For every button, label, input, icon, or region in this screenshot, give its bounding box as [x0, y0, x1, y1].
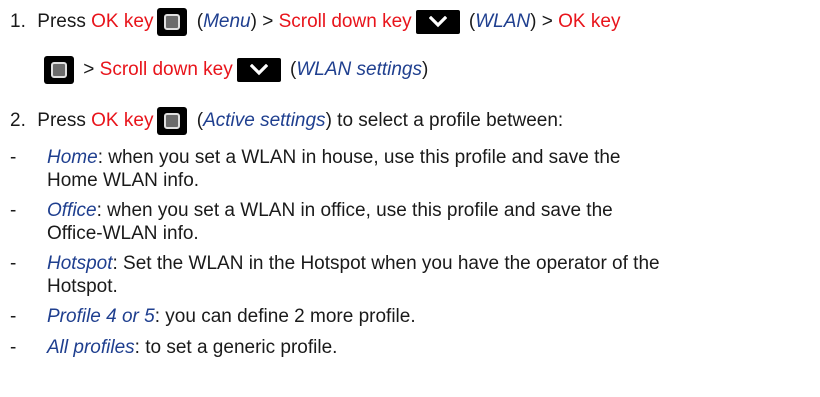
step-1-line-2: > Scroll down key (WLAN settings)	[44, 56, 429, 84]
profile-name: Profile 4 or 5	[47, 306, 155, 327]
ok-key-label: OK key	[91, 11, 154, 32]
profile-name: Office	[47, 200, 97, 221]
separator: ) >	[250, 11, 274, 32]
separator: >	[83, 59, 95, 80]
profile-description: Hotspot.	[47, 276, 118, 297]
manual-page: 1. Press OK key (Menu) > Scroll down key…	[0, 0, 820, 397]
menu-label: Menu	[203, 11, 251, 32]
profile-description: : Set the WLAN in the Hotspot when you h…	[112, 253, 660, 274]
separator: ) >	[530, 11, 553, 32]
wlan-label: WLAN	[475, 11, 531, 32]
profile-description: : to set a generic profile.	[134, 337, 338, 358]
profile-description: : you can define 2 more profile.	[154, 306, 416, 327]
list-dash: -	[10, 147, 17, 168]
step-number: 1.	[10, 11, 26, 32]
list-item-home: - Home: when you set a WLAN in house, us…	[10, 146, 810, 170]
list-dash: -	[10, 253, 17, 274]
step-2-line: 2. Press OK key (Active settings) to sel…	[10, 107, 564, 135]
wlan-settings-label: WLAN settings	[296, 59, 422, 80]
profile-description: Office-WLAN info.	[47, 223, 199, 244]
ok-key-icon	[157, 107, 188, 135]
profile-name: Hotspot	[47, 253, 113, 274]
ok-key-label: OK key	[91, 110, 154, 131]
profile-name: Home	[47, 147, 98, 168]
profile-description: Home WLAN info.	[47, 170, 200, 191]
press-text: Press	[37, 110, 86, 131]
paren: )	[422, 59, 429, 80]
ok-key-icon	[157, 8, 188, 36]
list-item-profile-4-5: - Profile 4 or 5: you can define 2 more …	[10, 305, 810, 329]
list-dash: -	[10, 200, 17, 221]
chevron-down-icon	[415, 10, 460, 34]
list-item-hotspot: - Hotspot: Set the WLAN in the Hotspot w…	[10, 252, 810, 276]
profile-description: : when you set a WLAN in house, use this…	[97, 147, 621, 168]
profile-description: : when you set a WLAN in office, use thi…	[96, 200, 613, 221]
list-item-home-cont: Home WLAN info.	[47, 169, 199, 193]
list-item-hotspot-cont: Hotspot.	[47, 275, 118, 299]
step-number: 2.	[10, 110, 26, 131]
chevron-down-icon	[236, 58, 281, 82]
list-item-office: - Office: when you set a WLAN in office,…	[10, 199, 810, 223]
profile-name: All profiles	[47, 337, 135, 358]
list-item-office-cont: Office-WLAN info.	[47, 222, 199, 246]
list-item-all-profiles: - All profiles: to set a generic profile…	[10, 336, 810, 360]
active-settings-label: Active settings	[203, 110, 326, 131]
press-text: Press	[37, 11, 86, 32]
ok-key-icon	[44, 56, 74, 84]
scroll-down-key-label: Scroll down key	[99, 59, 233, 80]
step-2-rest: ) to select a profile between:	[325, 110, 564, 131]
scroll-down-key-label: Scroll down key	[278, 11, 412, 32]
ok-key-label: OK key	[558, 11, 621, 32]
list-dash: -	[10, 306, 17, 327]
step-1-line-1: 1. Press OK key (Menu) > Scroll down key…	[10, 8, 621, 36]
list-dash: -	[10, 337, 17, 358]
